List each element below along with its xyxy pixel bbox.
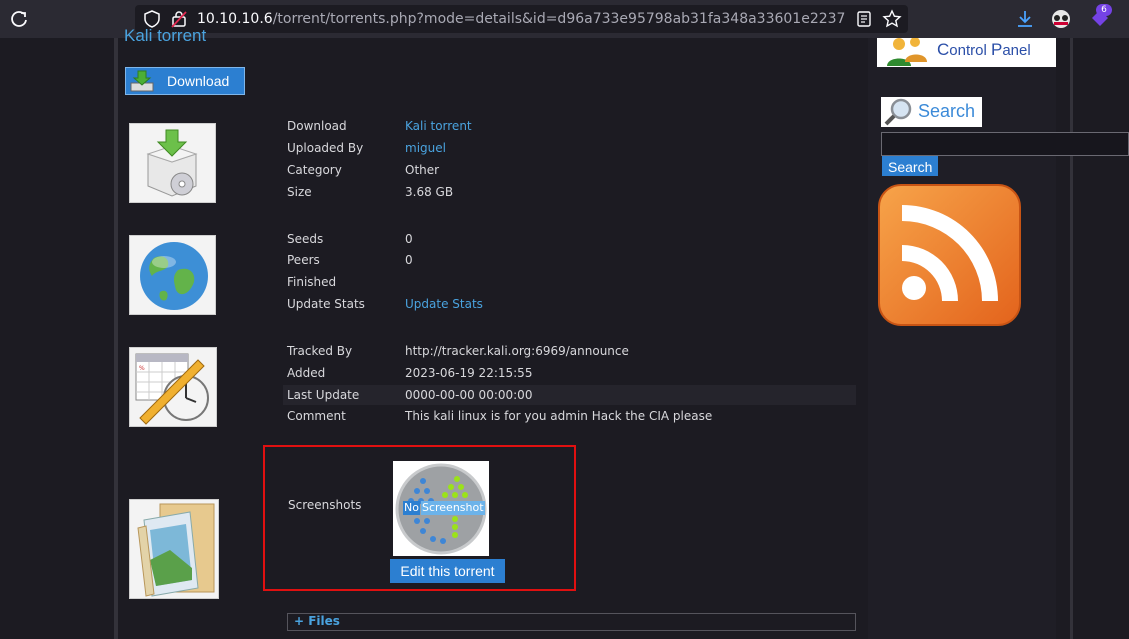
- label-peers: Peers: [287, 253, 320, 267]
- download-link[interactable]: Kali torrent: [405, 119, 472, 133]
- label-update-stats: Update Stats: [287, 297, 365, 311]
- rss-feed-icon[interactable]: [877, 183, 1022, 327]
- sidebar: [868, 38, 1056, 639]
- left-border: [114, 38, 118, 639]
- cp-rest2: anel: [1002, 42, 1031, 59]
- search-button[interactable]: Search: [882, 156, 938, 176]
- svg-text:%: %: [139, 365, 145, 372]
- files-toggle[interactable]: + Files: [294, 614, 340, 628]
- cp-rest1: ontrol: [949, 42, 991, 59]
- extension-icon[interactable]: [1050, 8, 1072, 30]
- magnifier-icon: [884, 98, 912, 126]
- reload-icon[interactable]: [8, 8, 30, 30]
- tracker-value: http://tracker.kali.org:6969/announce: [405, 344, 629, 358]
- search-banner-label: Search: [918, 101, 976, 121]
- no-screenshot-prefix: No: [403, 501, 420, 515]
- label-finished: Finished: [287, 275, 337, 289]
- url-text[interactable]: 10.10.10.6/torrent/torrents.php?mode=det…: [197, 5, 847, 33]
- label-last-update: Last Update: [287, 388, 360, 402]
- control-panel-label[interactable]: Control Panel: [937, 40, 1031, 60]
- seeds-value: 0: [405, 232, 413, 246]
- last-update-value: 0000-00-00 00:00:00: [405, 388, 533, 402]
- right-border: [1070, 38, 1073, 639]
- calendar-clock-icon: %: [129, 347, 217, 427]
- peers-value: 0: [405, 253, 413, 267]
- label-category: Category: [287, 163, 342, 177]
- label-seeds: Seeds: [287, 232, 324, 246]
- globe-icon: [129, 235, 216, 315]
- edit-torrent-button[interactable]: Edit this torrent: [390, 559, 505, 583]
- label-size: Size: [287, 185, 312, 199]
- label-uploaded-by: Uploaded By: [287, 141, 364, 155]
- search-input[interactable]: [881, 132, 1129, 156]
- shield-icon[interactable]: [143, 9, 161, 29]
- no-screenshot-caption: No Screenshot: [403, 501, 485, 515]
- torrent-title[interactable]: Kali torrent: [124, 28, 206, 46]
- comment-value: This kali linux is for you admin Hack th…: [405, 409, 713, 423]
- label-download: Download: [287, 119, 347, 133]
- cp-p: P: [990, 40, 1003, 59]
- reader-view-icon[interactable]: [855, 9, 873, 29]
- bookmark-star-icon[interactable]: [882, 8, 902, 30]
- users-icon: [887, 38, 927, 66]
- insecure-lock-icon[interactable]: [170, 9, 188, 29]
- extension-badge: 6: [1096, 4, 1112, 16]
- no-screenshot-word: Screenshot: [420, 501, 485, 515]
- label-screenshots: Screenshots: [288, 498, 362, 512]
- label-tracked-by: Tracked By: [287, 344, 353, 358]
- url-host: 10.10.10.6: [197, 11, 273, 27]
- update-stats-link[interactable]: Update Stats: [405, 297, 483, 311]
- category-value: Other: [405, 163, 440, 177]
- url-path: /torrent/torrents.php?mode=details&id=d9…: [272, 11, 846, 27]
- label-added: Added: [287, 366, 326, 380]
- files-section: [287, 613, 856, 631]
- cp-c: C: [937, 40, 950, 59]
- added-value: 2023-06-19 22:15:55: [405, 366, 533, 380]
- download-arrow-icon: [130, 70, 154, 92]
- label-comment: Comment: [287, 409, 346, 423]
- download-button-label: Download: [167, 73, 230, 89]
- box-install-icon: [129, 123, 216, 203]
- size-value: 3.68 GB: [405, 185, 454, 199]
- row-highlight: [283, 385, 856, 405]
- download-button[interactable]: Download: [125, 67, 245, 95]
- uploader-link[interactable]: miguel: [405, 141, 446, 155]
- folder-images-icon: [129, 499, 219, 599]
- downloads-icon[interactable]: [1015, 8, 1035, 30]
